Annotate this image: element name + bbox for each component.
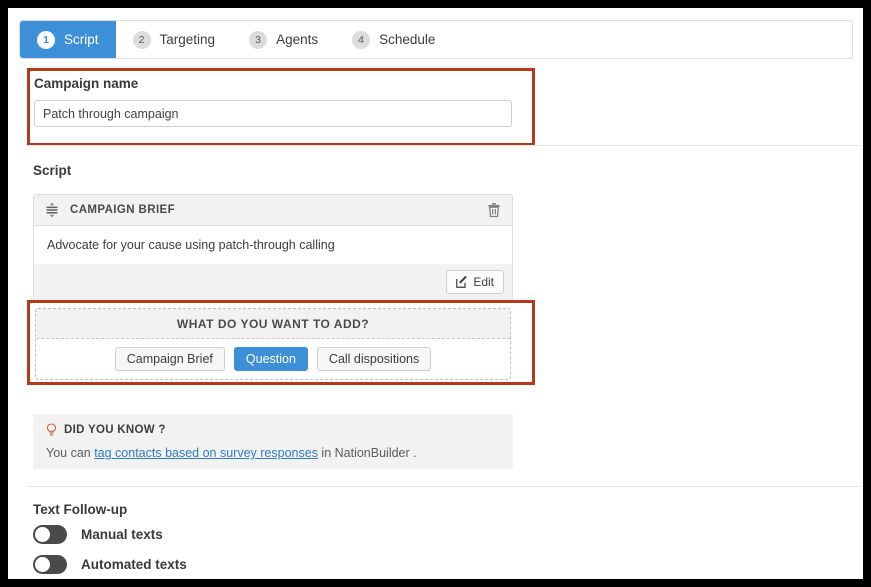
automated-texts-toggle[interactable]	[33, 555, 67, 574]
tab-script[interactable]: 1 Script	[20, 21, 116, 58]
tab-schedule[interactable]: 4 Schedule	[335, 21, 453, 58]
campaign-brief-body: Advocate for your cause using patch-thro…	[34, 226, 512, 264]
divider-top	[27, 145, 861, 146]
manual-texts-row: Manual texts	[33, 525, 163, 544]
survey-responses-link[interactable]: tag contacts based on survey responses	[94, 446, 318, 460]
tab-targeting-label: Targeting	[159, 32, 216, 47]
tab-schedule-number: 4	[352, 30, 371, 49]
wizard-step-tabs: 1 Script 2 Targeting 3 Agents 4 Schedule	[19, 20, 853, 59]
app-screen: 1 Script 2 Targeting 3 Agents 4 Schedule…	[8, 8, 863, 579]
campaign-name-label: Campaign name	[34, 76, 139, 91]
did-you-know-title: DID YOU KNOW ?	[64, 424, 166, 436]
add-element-panel-header: WHAT DO YOU WANT TO ADD?	[36, 309, 510, 339]
edit-brief-button[interactable]: Edit	[446, 270, 504, 294]
campaign-brief-footer: Edit	[34, 264, 512, 300]
tab-targeting[interactable]: 2 Targeting	[115, 21, 233, 58]
tab-agents-number: 3	[249, 30, 268, 49]
tab-schedule-label: Schedule	[379, 32, 436, 47]
campaign-brief-card: CAMPAIGN BRIEF Advocate for your cause u…	[33, 194, 513, 301]
did-you-know-header: DID YOU KNOW ?	[46, 423, 500, 437]
pencil-square-icon	[456, 276, 468, 288]
campaign-name-group: Campaign name	[34, 76, 528, 127]
did-you-know-text: You can tag contacts based on survey res…	[46, 446, 500, 460]
manual-texts-toggle-knob	[35, 527, 50, 542]
trash-icon[interactable]	[487, 202, 501, 218]
tab-agents-label: Agents	[276, 32, 319, 47]
did-you-know-text-after: in NationBuilder .	[317, 446, 417, 460]
automated-texts-label: Automated texts	[81, 557, 187, 572]
add-call-dispositions-button[interactable]: Call dispositions	[316, 347, 432, 371]
manual-texts-label: Manual texts	[81, 527, 163, 542]
add-campaign-brief-button[interactable]: Campaign Brief	[114, 347, 225, 371]
manual-texts-toggle[interactable]	[33, 525, 67, 544]
add-element-panel: WHAT DO YOU WANT TO ADD? Campaign Brief …	[35, 308, 511, 380]
did-you-know-panel: DID YOU KNOW ? You can tag contacts base…	[33, 414, 513, 469]
divider-bottom	[27, 486, 861, 487]
automated-texts-toggle-knob	[35, 557, 50, 572]
tab-targeting-number: 2	[132, 30, 151, 49]
sort-handle-icon[interactable]	[45, 202, 59, 218]
campaign-name-input[interactable]	[34, 100, 512, 127]
add-element-panel-buttons: Campaign Brief Question Call disposition…	[36, 339, 510, 379]
campaign-brief-title: CAMPAIGN BRIEF	[70, 204, 176, 216]
lightbulb-icon	[46, 423, 57, 436]
campaign-brief-header: CAMPAIGN BRIEF	[34, 195, 512, 226]
automated-texts-row: Automated texts	[33, 555, 187, 574]
add-question-button[interactable]: Question	[233, 347, 308, 371]
tab-agents[interactable]: 3 Agents	[232, 21, 336, 58]
edit-brief-label: Edit	[473, 275, 494, 289]
text-followup-title: Text Follow-up	[33, 502, 128, 517]
script-section-title: Script	[33, 163, 72, 178]
tab-script-label: Script	[64, 32, 99, 47]
did-you-know-text-before: You can	[46, 446, 95, 460]
tab-script-number: 1	[37, 30, 55, 49]
